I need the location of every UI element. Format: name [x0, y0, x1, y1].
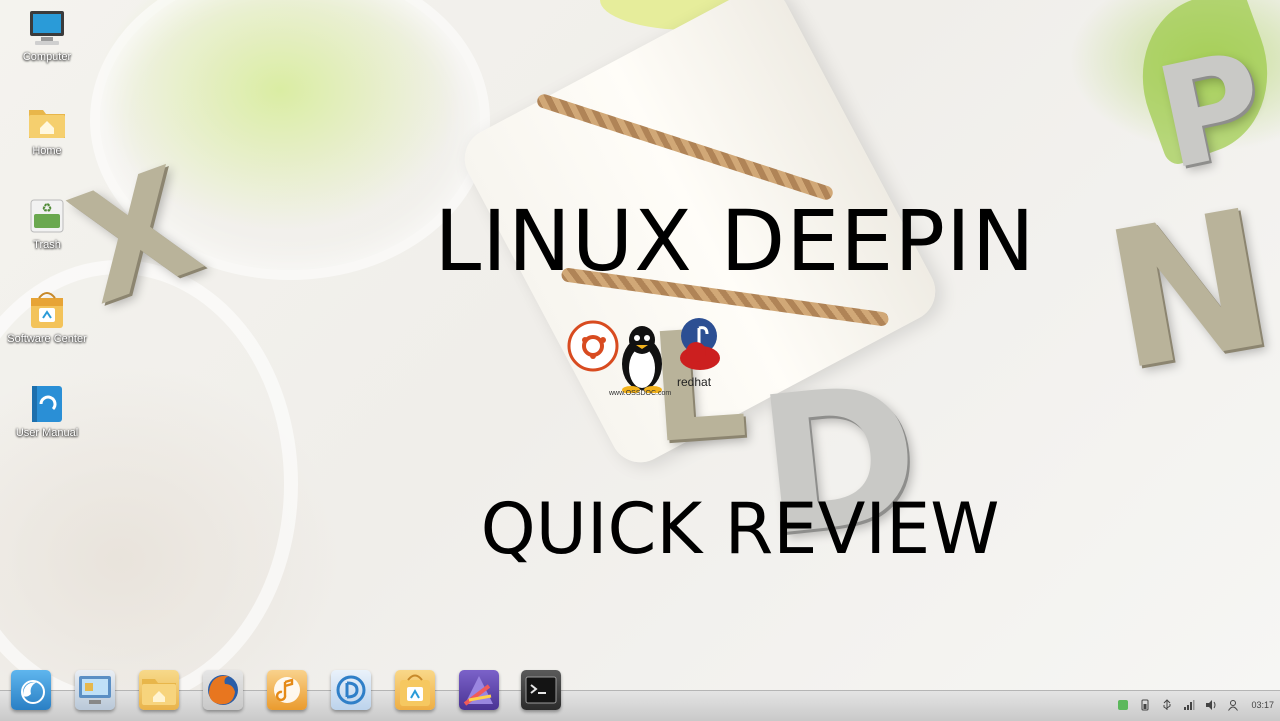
desktop-icon-computer[interactable]: Computer [7, 8, 87, 64]
deepin-movie-icon [336, 675, 366, 705]
dock-app-music[interactable] [267, 670, 307, 710]
tray-clock[interactable]: 03:17 [1251, 700, 1274, 710]
deepin-launcher-icon [21, 680, 45, 704]
dock-app-movie[interactable] [331, 670, 371, 710]
dock-app-desktop-settings[interactable] [75, 670, 115, 710]
tray-user-icon[interactable] [1227, 699, 1239, 711]
video-title: LINUX DEEPIN [434, 192, 1036, 290]
desktop-icon-label: Computer [22, 51, 72, 63]
ubuntu-logo-icon [567, 320, 619, 372]
app-store-icon [463, 676, 493, 706]
software-center-icon [400, 674, 430, 706]
desktop-icon-label: Software Center [7, 333, 87, 345]
desktop-icon-user-manual[interactable]: User Manual [7, 384, 87, 440]
firefox-icon [208, 675, 238, 705]
software-center-icon [27, 290, 67, 330]
terminal-icon [525, 676, 557, 704]
home-folder-icon [27, 102, 67, 142]
dock-app-terminal[interactable] [521, 670, 561, 710]
taskbar: 03:17 [0, 664, 1280, 721]
logos-caption: www.OSSDOC.com [609, 390, 672, 397]
launcher-button[interactable] [11, 670, 51, 710]
desktop-icon-label: Home [32, 145, 62, 157]
user-manual-icon [27, 384, 67, 424]
dock-app-store[interactable] [459, 670, 499, 710]
computer-icon [27, 8, 67, 48]
distro-logos: redhat www.OSSDOC.com [565, 318, 730, 406]
system-tray: 03:17 [1117, 694, 1274, 716]
dock-app-firefox[interactable] [203, 670, 243, 710]
tray-usb-icon[interactable] [1161, 699, 1173, 711]
redhat-logo-icon: redhat [677, 342, 720, 389]
redhat-text: redhat [677, 375, 712, 389]
desktop-icon-label: User Manual [15, 427, 79, 439]
tray-network-icon[interactable] [1183, 699, 1195, 711]
dock-app-software-center[interactable] [395, 670, 435, 710]
desktop-icon-home[interactable]: Home [7, 102, 87, 158]
tray-notes-icon[interactable] [1117, 699, 1129, 711]
file-manager-icon [142, 679, 176, 705]
tux-logo-icon [622, 326, 662, 394]
tray-battery-icon[interactable] [1139, 699, 1151, 711]
dock-app-file-manager[interactable] [139, 670, 179, 710]
desktop-settings-icon [79, 676, 111, 704]
tray-volume-icon[interactable] [1205, 699, 1217, 711]
dock-shelf [0, 690, 1280, 721]
desktop-icon-software-center[interactable]: Software Center [7, 290, 87, 346]
video-subtitle: QUICK REVIEW [480, 488, 1000, 570]
deepin-music-icon [274, 677, 300, 703]
